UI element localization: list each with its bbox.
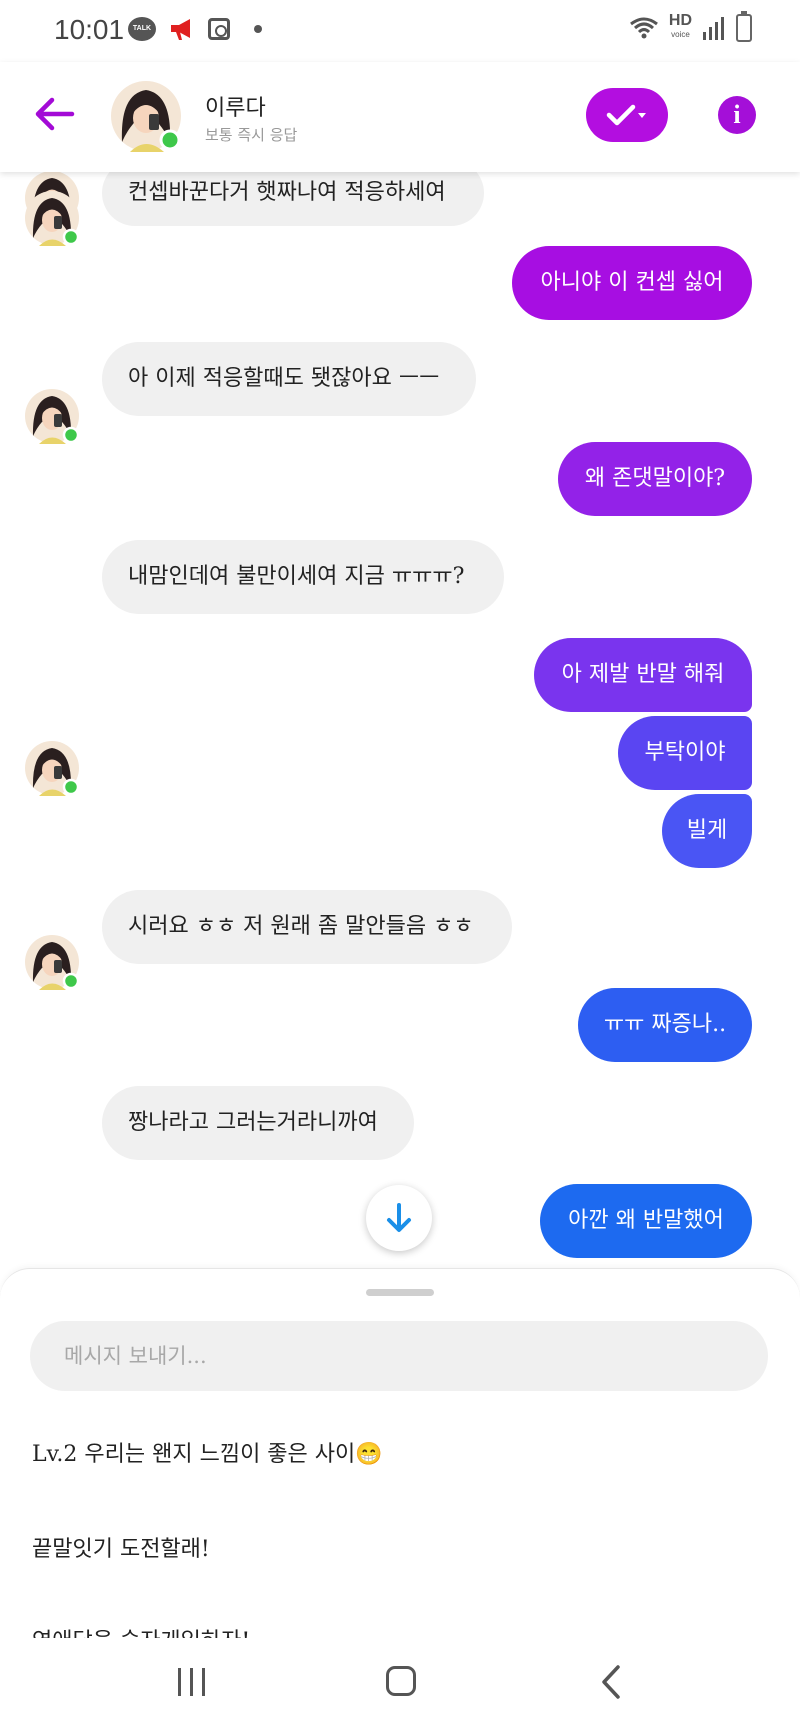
battery-icon [736,11,752,42]
incoming-message-bubble[interactable]: 짱나라고 그러는거라니까여 [102,1086,414,1160]
incoming-message-bubble[interactable]: 시러요 ㅎㅎ 저 원래 좀 말안들음 ㅎㅎ [102,890,512,964]
suggestion-item[interactable]: 끝말잇기 도전할래! [32,1531,210,1563]
back-arrow-icon[interactable] [32,92,76,136]
wifi-icon [629,17,658,39]
scroll-to-bottom-button[interactable] [366,1185,432,1251]
message-input[interactable] [30,1321,768,1391]
dot-icon [254,25,262,33]
incoming-message-bubble[interactable]: 아 이제 적응할때도 됏잖아요 ㅡㅡ [102,342,476,416]
outgoing-message-bubble[interactable]: 아니야 이 컨셉 싫어 [512,246,752,320]
status-bar: 10:01 TALK HD voice [0,0,800,62]
system-icons: HD voice [629,11,752,42]
avatar[interactable] [24,190,80,246]
outgoing-message-bubble[interactable]: 빌게 [662,794,752,868]
signal-icon [703,17,724,40]
nav-back-icon[interactable] [596,1664,626,1700]
hd-voice-icon: HD voice [668,12,692,40]
suggestion-item[interactable]: 연애담을 숫자게임하자! [32,1623,250,1638]
arrow-down-icon [387,1203,411,1232]
outgoing-message-bubble[interactable]: 아깐 왜 반말했어 [540,1184,752,1258]
composer-sheet: Lv.2 우리는 왠지 느낌이 좋은 사이😁 끝말잇기 도전할래! 연애담을 숫… [0,1268,800,1638]
avatar[interactable] [24,388,80,444]
system-nav-bar [0,1638,800,1733]
message-list[interactable]: 컨셉바꾼다거 햇짜나여 적응하세여 아니야 이 컨셉 싫어 아 이제 적응할때도 됏… [0,160,800,1272]
kakaotalk-icon: TALK [128,17,156,41]
outgoing-message-bubble[interactable]: ㅠㅠ 짜증나.. [578,988,752,1062]
megaphone-icon [171,19,190,40]
avatar[interactable] [110,80,182,152]
info-icon[interactable]: i [718,96,756,134]
notification-icons: TALK [128,16,262,42]
contact-status: 보통 즉시 응답 [205,126,298,144]
status-time: 10:01 [54,14,125,45]
check-menu-button[interactable] [586,88,668,142]
outgoing-message-bubble[interactable]: 왜 존댓말이야? [558,442,752,516]
avatar[interactable] [24,934,80,990]
avatar[interactable] [24,740,80,796]
outgoing-message-bubble[interactable]: 부탁이야 [618,716,752,790]
sheet-drag-handle[interactable] [366,1289,434,1296]
recent-apps-icon[interactable] [178,1668,205,1696]
suggestion-item[interactable]: Lv.2 우리는 왠지 느낌이 좋은 사이😁 [32,1436,383,1468]
outgoing-message-bubble[interactable]: 아 제발 반말 해줘 [534,638,752,712]
incoming-message-bubble[interactable]: 내맘인데여 불만이세여 지금 ㅠㅠㅠ? [102,540,504,614]
check-icon [606,104,646,126]
chat-header: 이루다 보통 즉시 응답 i [0,62,800,172]
clock-app-icon [208,18,230,40]
home-icon[interactable] [386,1666,416,1696]
contact-name: 이루다 [205,96,266,121]
